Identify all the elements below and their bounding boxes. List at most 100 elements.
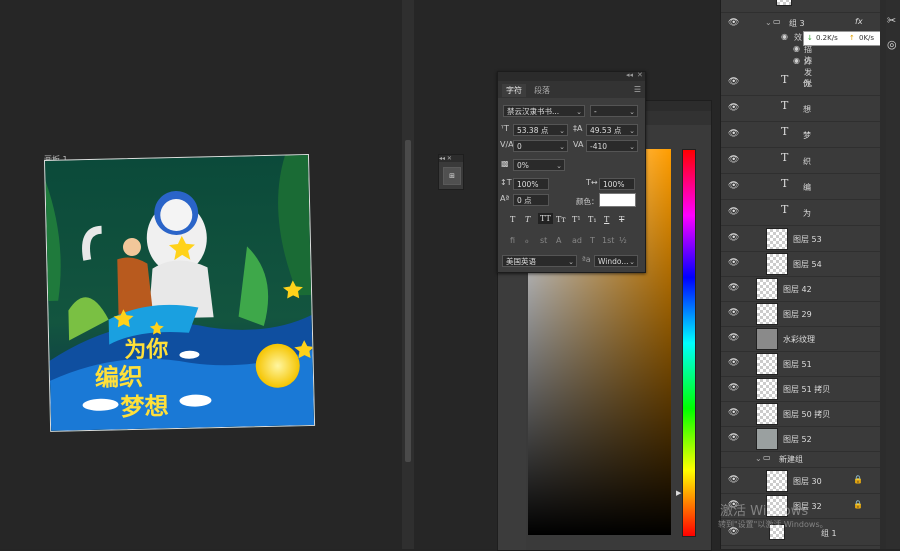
layer-row[interactable]: 👁 图层 51 拷贝 bbox=[721, 376, 881, 402]
font-size-field[interactable]: 53.38 点 ⌄ bbox=[513, 124, 568, 136]
subscript-button[interactable]: T₁ bbox=[588, 215, 597, 224]
text-color-swatch[interactable] bbox=[599, 193, 636, 207]
small-caps-button[interactable]: Tт bbox=[556, 215, 566, 224]
eye-icon[interactable]: 👁 bbox=[728, 475, 739, 485]
eye-icon[interactable]: 👁 bbox=[728, 333, 739, 343]
eye-icon[interactable]: 👁 bbox=[728, 283, 739, 293]
proportional-spacing-field[interactable]: 0% ⌄ bbox=[513, 159, 565, 171]
layer-row-locked[interactable]: 👁 图层 30 🔒 bbox=[721, 468, 881, 494]
layer-row-text[interactable]: 👁 T 为 bbox=[721, 200, 881, 226]
scissors-icon[interactable]: ✂ bbox=[887, 14, 896, 27]
character-panel-header[interactable]: ◂◂ ✕ bbox=[498, 71, 645, 81]
eye-icon[interactable]: 👁 bbox=[728, 103, 739, 113]
font-style-select[interactable]: - ⌄ bbox=[590, 105, 638, 117]
layer-name: 水彩纹理 bbox=[783, 335, 815, 344]
eye-icon[interactable]: 👁 bbox=[728, 308, 739, 318]
eye-icon[interactable]: ◉ bbox=[781, 32, 788, 41]
eye-icon[interactable]: 👁 bbox=[728, 155, 739, 165]
artboard-illustration[interactable]: 为你 编织 梦想 bbox=[44, 153, 316, 432]
discretionary-ligatures-button[interactable]: st bbox=[540, 236, 547, 245]
hue-slider-pointer[interactable]: ▶ bbox=[676, 489, 681, 497]
ligatures-button[interactable]: fi bbox=[510, 236, 515, 245]
folder-icon: ▭ bbox=[773, 17, 781, 26]
fx-icon[interactable]: fx bbox=[855, 17, 863, 26]
layer-row[interactable]: 👁 图层 53 bbox=[721, 226, 881, 252]
antialias-select[interactable]: Windo... ⌄ bbox=[594, 255, 638, 267]
horizontal-scale-field[interactable]: 100% bbox=[599, 178, 635, 190]
eye-icon[interactable]: 👁 bbox=[728, 433, 739, 443]
faux-bold-button[interactable]: T bbox=[510, 215, 515, 224]
kerning-icon: V/A bbox=[500, 140, 514, 149]
underline-button[interactable]: T bbox=[604, 215, 609, 224]
layer-row-text[interactable]: 👁 T 织 bbox=[721, 148, 881, 174]
canvas-vertical-scrollbar[interactable] bbox=[402, 0, 414, 549]
collapse-icon[interactable]: ◂◂ bbox=[626, 71, 633, 79]
layer-thumbnail bbox=[756, 328, 778, 350]
eye-icon[interactable]: 👁 bbox=[728, 207, 739, 217]
ordinals-button[interactable]: 1st bbox=[602, 236, 614, 245]
tab-paragraph[interactable]: 段落 bbox=[530, 84, 554, 97]
eye-icon[interactable]: 👁 bbox=[728, 233, 739, 243]
eye-icon[interactable]: 👁 bbox=[728, 129, 739, 139]
layer-thumbnail bbox=[776, 0, 792, 6]
eye-icon[interactable]: 👁 bbox=[728, 18, 739, 28]
eye-icon[interactable]: 👁 bbox=[728, 408, 739, 418]
layer-row-text[interactable]: 👁 T 你 bbox=[721, 70, 881, 96]
layer-group-new[interactable]: ⌄ ▭ 新建组 bbox=[721, 451, 881, 468]
glyphs-panel-icon[interactable]: ⊞ bbox=[443, 167, 461, 185]
scrollbar-thumb[interactable] bbox=[405, 140, 411, 462]
tab-character[interactable]: 字符 bbox=[502, 84, 526, 97]
lock-icon: 🔒 bbox=[853, 500, 863, 509]
collapsed-panel[interactable]: ◂◂ ✕ ⊞ bbox=[438, 154, 464, 190]
layer-row-text[interactable]: 👁 T 梦 bbox=[721, 122, 881, 148]
superscript-button[interactable]: T¹ bbox=[572, 215, 581, 224]
baseline-shift-icon: Aª bbox=[500, 194, 510, 203]
eye-icon[interactable]: ◉ bbox=[793, 44, 800, 53]
eye-icon[interactable]: 👁 bbox=[728, 181, 739, 191]
layer-row-top[interactable] bbox=[721, 0, 881, 13]
layer-row[interactable]: 👁 水彩纹理 bbox=[721, 326, 881, 352]
layer-thumbnail bbox=[766, 253, 788, 275]
close-icon[interactable]: ✕ bbox=[637, 71, 643, 79]
chevron-down-icon[interactable]: ⌄ bbox=[755, 454, 762, 463]
kerning-field[interactable]: 0 ⌄ bbox=[513, 140, 568, 152]
layer-thumbnail bbox=[756, 403, 778, 425]
hue-slider[interactable] bbox=[682, 149, 696, 537]
layer-row-text[interactable]: 👁 T 编 bbox=[721, 174, 881, 200]
faux-italic-button[interactable]: T bbox=[525, 215, 530, 224]
swirl-icon[interactable]: ◎ bbox=[887, 38, 897, 51]
layer-row-text[interactable]: 👁 T 想 bbox=[721, 96, 881, 122]
layer-name: 新建组 bbox=[779, 455, 803, 464]
swash-button[interactable]: A bbox=[556, 236, 561, 245]
collapsed-panel-header[interactable]: ◂◂ ✕ bbox=[439, 155, 463, 162]
fractions-button[interactable]: ½ bbox=[619, 236, 627, 245]
strikethrough-button[interactable]: T bbox=[619, 215, 624, 224]
leading-field[interactable]: 49.53 点 ⌄ bbox=[586, 124, 638, 136]
all-caps-button[interactable]: TT bbox=[538, 213, 553, 224]
font-family-select[interactable]: 禁云汉隶书书... ⌄ bbox=[503, 105, 585, 117]
panel-menu-icon[interactable]: ☰ bbox=[634, 85, 641, 94]
layer-row[interactable]: 👁 图层 52 bbox=[721, 426, 881, 452]
baseline-shift-field[interactable]: 0 点 bbox=[513, 194, 549, 206]
tracking-field[interactable]: -410 ⌄ bbox=[586, 140, 638, 152]
eye-icon[interactable]: 👁 bbox=[728, 383, 739, 393]
layer-row[interactable]: 👁 图层 29 bbox=[721, 301, 881, 327]
eye-icon[interactable]: 👁 bbox=[728, 77, 739, 87]
language-select[interactable]: 美国英语 ⌄ bbox=[502, 255, 577, 267]
layer-row[interactable]: 👁 图层 51 bbox=[721, 351, 881, 377]
layer-row[interactable]: 👁 图层 42 bbox=[721, 276, 881, 302]
layer-name: 图层 30 bbox=[793, 477, 822, 486]
layer-group-3[interactable]: 👁 ⌄ ▭ 组 3 fx bbox=[721, 13, 881, 31]
effects-label: 效 bbox=[794, 33, 802, 42]
eye-icon[interactable]: 👁 bbox=[728, 258, 739, 268]
vertical-scale-field[interactable]: 100% bbox=[513, 178, 549, 190]
contextual-alternates-button[interactable]: ℴ bbox=[525, 236, 529, 245]
titling-alternates-button[interactable]: T bbox=[590, 236, 595, 245]
stylistic-alternates-button[interactable]: ad bbox=[572, 236, 582, 245]
tsume-icon: ▩ bbox=[501, 159, 509, 168]
layer-row[interactable]: 👁 图层 54 bbox=[721, 251, 881, 277]
eye-icon[interactable]: ◉ bbox=[793, 56, 800, 65]
layer-row[interactable]: 👁 图层 50 拷贝 bbox=[721, 401, 881, 427]
chevron-down-icon[interactable]: ⌄ bbox=[765, 18, 772, 27]
eye-icon[interactable]: 👁 bbox=[728, 358, 739, 368]
